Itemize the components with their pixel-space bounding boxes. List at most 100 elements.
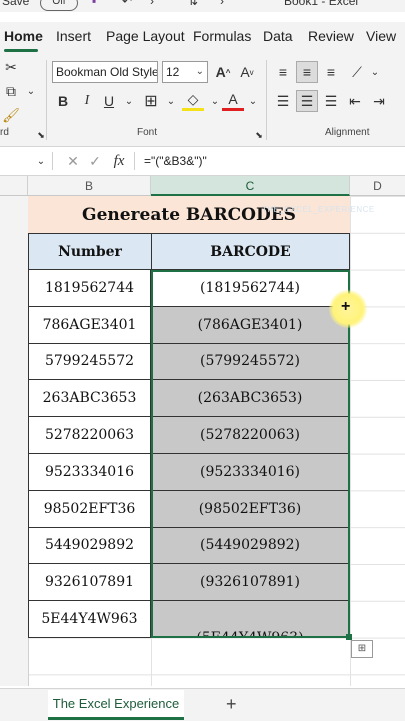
barcode-cell[interactable]: (5449029892) <box>151 527 350 565</box>
align-center-icon[interactable]: ☰ <box>296 90 318 112</box>
font-color-dropdown-icon[interactable]: ⌄ <box>242 90 264 112</box>
font-size-select[interactable]: 12 ⌄ <box>162 61 208 83</box>
document-title: Book1 - Excel <box>284 0 359 8</box>
font-size-value: 12 <box>166 65 180 79</box>
grid-line <box>350 196 351 686</box>
number-cell[interactable]: 98502EFT36 <box>28 490 151 528</box>
formula-separator <box>134 152 135 170</box>
orientation-dropdown-icon[interactable]: ⌄ <box>364 61 386 83</box>
barcode-cell-text: (5E44Y4W963) <box>196 627 303 637</box>
sheet-title-cell[interactable]: Genereate BARCODES <box>28 196 350 233</box>
italic-button[interactable]: I <box>76 90 98 112</box>
quick-access-chevron-icon[interactable]: › <box>220 0 224 8</box>
barcode-cell[interactable]: (5278220063) <box>151 417 350 454</box>
sort-icon[interactable]: ⇅ <box>188 0 198 8</box>
number-cell[interactable]: 263ABC3653 <box>28 380 151 418</box>
font-name-select[interactable]: Bookman Old Style <box>52 61 158 83</box>
clipboard-group-label: rd <box>0 127 9 138</box>
undo-icon[interactable]: ↶ <box>122 0 132 8</box>
table-row: 5799245572 (5799245572) <box>28 343 350 381</box>
number-cell[interactable]: 5799245572 <box>28 343 151 381</box>
add-sheet-button[interactable]: + <box>226 694 237 715</box>
column-header-c[interactable]: C <box>151 176 350 196</box>
tab-data[interactable]: Data <box>263 28 293 44</box>
decrease-indent-icon[interactable]: ⇤ <box>344 90 366 112</box>
barcode-cell[interactable]: (5E44Y4W963) <box>151 601 350 638</box>
copy-dropdown-icon[interactable]: ⌄ <box>20 80 42 102</box>
number-cell[interactable]: 5E44Y4W963 <box>28 601 151 638</box>
tab-review[interactable]: Review <box>308 28 354 44</box>
select-all-corner[interactable] <box>0 176 28 196</box>
autosave-toggle[interactable]: Off <box>40 0 78 11</box>
number-cell[interactable]: 5278220063 <box>28 417 151 454</box>
underline-button[interactable]: U <box>98 90 120 112</box>
align-middle-icon[interactable]: ≡ <box>296 61 318 83</box>
font-name-value: Bookman Old Style <box>56 65 158 79</box>
watermark-text: THE_EXCEL_EXPERIENCE <box>262 205 375 214</box>
barcode-cell[interactable]: (9326107891) <box>151 564 350 602</box>
barcode-cell[interactable]: (5799245572) <box>151 343 350 381</box>
column-header-d[interactable]: D <box>350 176 405 196</box>
borders-dropdown-icon[interactable]: ⌄ <box>160 90 182 112</box>
number-cell[interactable]: 9326107891 <box>28 564 151 602</box>
autosave-label: Save <box>2 0 30 8</box>
tab-page-layout[interactable]: Page Layout <box>106 28 185 44</box>
fill-color-icon[interactable]: ◇ <box>182 90 204 111</box>
table-row: 9523334016 (9523334016) <box>28 454 350 491</box>
align-left-icon[interactable]: ☰ <box>272 90 294 112</box>
align-top-icon[interactable]: ≡ <box>272 61 294 83</box>
ribbon-separator <box>46 60 47 140</box>
formula-separator <box>52 152 53 170</box>
save-icon[interactable]: ▪ <box>92 0 96 8</box>
header-cell-barcode[interactable]: BARCODE <box>151 233 350 270</box>
table-row: 5278220063 (5278220063) <box>28 417 350 454</box>
redo-icon[interactable]: › <box>150 0 154 8</box>
column-header-b[interactable]: B <box>28 176 151 196</box>
table-row: 786AGE3401 (786AGE3401) <box>28 306 350 344</box>
row-header-column <box>0 196 29 686</box>
increase-font-icon[interactable]: A ^ <box>212 61 234 83</box>
barcode-cell[interactable]: (263ABC3653) <box>151 380 350 418</box>
name-box-dropdown-icon[interactable]: ⌄ <box>30 150 52 172</box>
format-painter-icon[interactable]: 🖌 <box>0 104 22 126</box>
cancel-icon[interactable]: ✕ <box>62 150 84 172</box>
number-cell[interactable]: 786AGE3401 <box>28 306 151 344</box>
number-cell[interactable]: 1819562744 <box>28 270 151 307</box>
barcode-cell[interactable]: (9523334016) <box>151 454 350 491</box>
chevron-down-icon: ⌄ <box>195 66 204 77</box>
sheet-tab-active[interactable]: The Excel Experience <box>48 690 184 720</box>
barcode-cell[interactable]: (98502EFT36) <box>151 490 350 528</box>
table-row: 1819562744 (1819562744) <box>28 270 350 307</box>
formula-input[interactable]: ="("&B3&")" <box>144 154 207 168</box>
barcode-cell[interactable]: (1819562744) <box>151 270 350 307</box>
quick-analysis-icon[interactable]: ⊞ <box>351 640 373 658</box>
borders-icon[interactable]: ⊞ <box>140 90 162 112</box>
tab-insert[interactable]: Insert <box>56 28 91 44</box>
header-cell-number[interactable]: Number <box>28 233 152 270</box>
table-row: 98502EFT36 (98502EFT36) <box>28 490 350 528</box>
copy-icon[interactable]: ⧉ <box>0 80 22 102</box>
font-group-label: Font <box>137 127 158 138</box>
table-row: 5E44Y4W963 (5E44Y4W963) <box>28 601 350 638</box>
align-right-icon[interactable]: ☰ <box>320 90 342 112</box>
number-cell[interactable]: 5449029892 <box>28 527 151 565</box>
barcode-cell[interactable]: (786AGE3401) <box>151 306 350 344</box>
tab-home[interactable]: Home <box>4 28 43 44</box>
tab-view[interactable]: View <box>366 28 396 44</box>
cut-icon[interactable]: ✂ <box>0 56 22 78</box>
number-cell[interactable]: 9523334016 <box>28 454 151 491</box>
bold-button[interactable]: B <box>52 90 74 112</box>
alignment-group-label: Alignment <box>325 127 370 138</box>
tab-formulas[interactable]: Formulas <box>193 28 251 44</box>
decrease-font-icon[interactable]: Av <box>236 61 258 83</box>
underline-dropdown-icon[interactable]: ⌄ <box>118 90 140 112</box>
ribbon-tabs: Home Insert Page Layout Formulas Data Re… <box>0 22 405 52</box>
font-color-button[interactable]: A <box>222 90 244 111</box>
enter-icon[interactable]: ✓ <box>84 150 106 172</box>
clipboard-launcher-icon[interactable]: ⬊ <box>30 124 52 146</box>
table-row: 263ABC3653 (263ABC3653) <box>28 380 350 418</box>
align-bottom-icon[interactable]: ≡ <box>320 61 342 83</box>
increase-indent-icon[interactable]: ⇥ <box>368 90 390 112</box>
insert-function-button[interactable]: fx <box>108 150 130 172</box>
crosshair-cursor-icon: + <box>341 298 351 315</box>
